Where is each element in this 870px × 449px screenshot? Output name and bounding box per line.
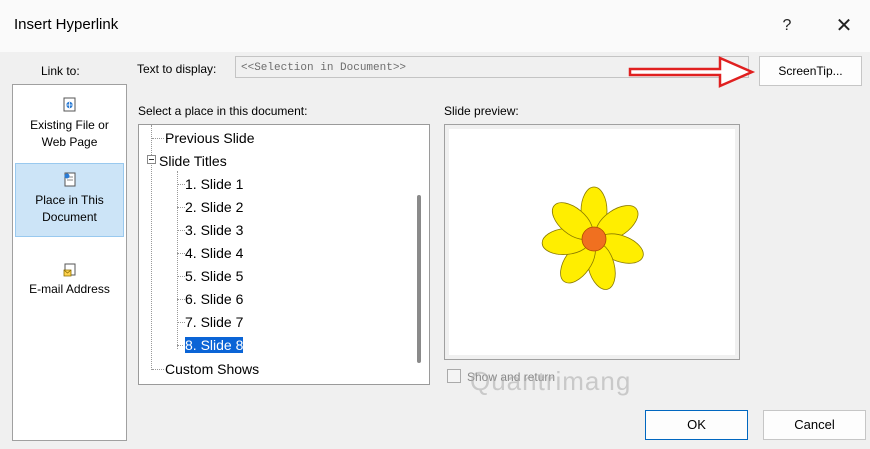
ok-button[interactable]: OK bbox=[645, 410, 748, 440]
dialog-title: Insert Hyperlink bbox=[14, 16, 119, 33]
tree-item-previous-slide[interactable]: Previous Slide bbox=[165, 128, 255, 148]
screentip-button[interactable]: ScreenTip... bbox=[759, 56, 862, 86]
link-to-email-label: E-mail Address bbox=[29, 282, 110, 296]
document-place-icon bbox=[64, 172, 75, 187]
link-to-panel: Existing File or Web Page Place in This … bbox=[12, 84, 127, 441]
place-tree[interactable]: Previous Slide Slide Titles 1. Slide 1 2… bbox=[138, 124, 430, 385]
help-button[interactable]: ? bbox=[765, 10, 809, 42]
tree-scrollbar[interactable] bbox=[417, 195, 421, 363]
tree-line bbox=[152, 138, 164, 139]
link-to-place-in-document[interactable]: Place in This Document bbox=[15, 163, 124, 237]
web-file-icon bbox=[63, 97, 75, 112]
tree-line bbox=[151, 165, 152, 370]
tree-item-slide-7[interactable]: 7. Slide 7 bbox=[185, 312, 243, 332]
tree-line bbox=[177, 322, 185, 323]
tree-line bbox=[177, 253, 185, 254]
tree-item-slide-4[interactable]: 4. Slide 4 bbox=[185, 243, 243, 263]
slide-preview bbox=[449, 129, 735, 355]
title-bar: Insert Hyperlink ? ✕ bbox=[0, 0, 870, 52]
tree-item-slide-6[interactable]: 6. Slide 6 bbox=[185, 289, 243, 309]
link-to-label: Link to: bbox=[41, 64, 80, 78]
tree-line bbox=[177, 207, 185, 208]
insert-hyperlink-dialog: Insert Hyperlink ? ✕ Link to: Existing F… bbox=[0, 0, 870, 449]
tree-line bbox=[177, 230, 185, 231]
link-to-existing-file-label1: Existing File or bbox=[30, 118, 109, 132]
slide-preview-label: Slide preview: bbox=[444, 104, 519, 118]
select-place-label: Select a place in this document: bbox=[138, 104, 308, 118]
link-to-place-label2: Document bbox=[42, 210, 97, 224]
collapse-expander[interactable] bbox=[147, 155, 156, 164]
link-to-existing-file[interactable]: Existing File or Web Page bbox=[15, 97, 124, 151]
flower-image bbox=[541, 186, 644, 290]
slide-preview-frame bbox=[444, 124, 740, 360]
email-icon bbox=[63, 263, 75, 277]
show-and-return-checkbox[interactable] bbox=[447, 369, 461, 383]
tree-item-slide-5[interactable]: 5. Slide 5 bbox=[185, 266, 243, 286]
tree-item-custom-shows[interactable]: Custom Shows bbox=[165, 359, 259, 379]
link-to-email-address[interactable]: E-mail Address bbox=[15, 261, 124, 298]
link-to-place-label1: Place in This bbox=[35, 193, 104, 207]
tree-line bbox=[177, 299, 185, 300]
cancel-button[interactable]: Cancel bbox=[763, 410, 866, 440]
tree-line bbox=[177, 184, 185, 185]
tree-item-slide-3[interactable]: 3. Slide 3 bbox=[185, 220, 243, 240]
link-to-existing-file-label2: Web Page bbox=[41, 135, 98, 149]
tree-line bbox=[177, 345, 185, 346]
tree-item-slide-8[interactable]: 8. Slide 8 bbox=[183, 335, 245, 355]
close-button[interactable]: ✕ bbox=[822, 10, 866, 42]
red-arrow-annotation bbox=[628, 56, 756, 88]
tree-item-slide-titles[interactable]: Slide Titles bbox=[159, 151, 227, 171]
tree-item-slide-1[interactable]: 1. Slide 1 bbox=[185, 174, 243, 194]
tree-line bbox=[152, 369, 164, 370]
watermark-logo: Quantrimang bbox=[470, 366, 632, 396]
tree-line bbox=[177, 276, 185, 277]
text-to-display-label: Text to display: bbox=[137, 62, 217, 76]
tree-item-slide-2[interactable]: 2. Slide 2 bbox=[185, 197, 243, 217]
